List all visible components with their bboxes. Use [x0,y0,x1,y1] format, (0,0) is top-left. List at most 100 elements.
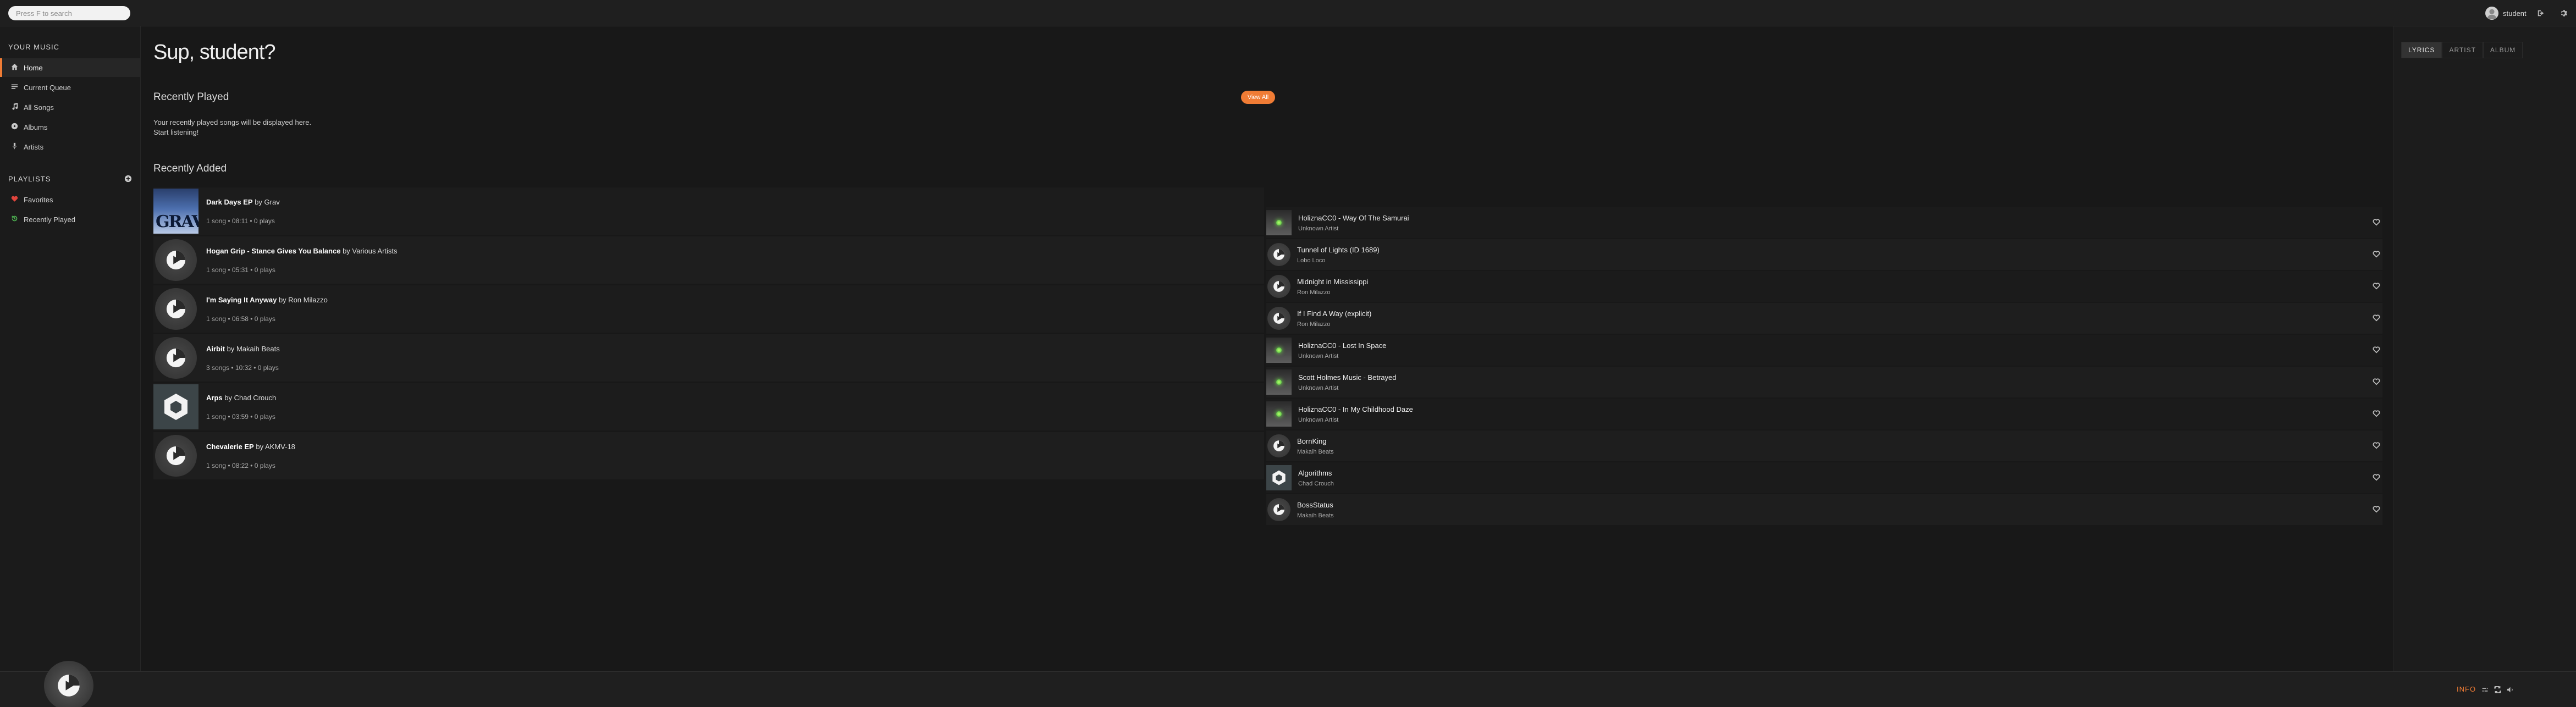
song-artist[interactable]: Lobo Loco [1297,257,1380,264]
song-row[interactable]: If I Find A Way (explicit) Ron Milazzo [1266,303,2382,334]
song-row[interactable]: HoliznaCC0 - In My Childhood Daze Unknown… [1266,399,2382,429]
now-playing-cover[interactable] [44,661,93,707]
settings-gear-icon[interactable] [2558,8,2568,18]
song-artist[interactable]: Chad Crouch [1298,480,1334,487]
sidebar-item-artists[interactable]: Artists [0,137,141,156]
extra-panel: LYRICS ARTIST ALBUM [2393,26,2576,671]
album-title-line: Arps by Chad Crouch [206,394,276,402]
album-artist[interactable]: Makaih Beats [236,345,280,353]
album-artist[interactable]: Chad Crouch [234,394,277,402]
song-cover [1266,401,1292,427]
song-cover [1266,369,1292,395]
album-title[interactable]: Chevalerie EP [206,443,254,451]
user-menu[interactable]: student [2485,6,2527,20]
heart-outline-icon[interactable] [2373,505,2381,514]
heart-outline-icon[interactable] [2373,441,2381,450]
album-cover [155,288,197,330]
sidebar-item-all-songs[interactable]: All Songs [0,98,141,117]
main-content: Sup, student? Recently Played View All Y… [141,26,2393,671]
album-meta: 1 song • 08:11 • 0 plays [206,217,275,225]
equalizer-icon[interactable] [2480,685,2489,694]
sidebar-item-current-queue[interactable]: Current Queue [0,78,141,97]
song-artist[interactable]: Unknown Artist [1298,385,1396,391]
heart-outline-icon[interactable] [2373,314,2381,323]
view-all-button[interactable]: View All [1241,91,1275,104]
heart-outline-icon[interactable] [2373,378,2381,386]
album-title[interactable]: I'm Saying It Anyway [206,296,277,304]
song-artist[interactable]: Unknown Artist [1298,225,1409,232]
by-text: by [343,246,350,255]
song-cover [1266,338,1292,363]
recent-empty-line: Start listening! [153,128,199,136]
album-row[interactable]: GRAV Dark Days EP by Grav 1 song • 08:11… [153,187,1264,235]
album-title[interactable]: Dark Days EP [206,198,253,206]
sidebar-item-recently-played[interactable]: Recently Played [0,210,141,229]
album-artist[interactable]: AKMV-18 [265,443,295,451]
song-artist[interactable]: Ron Milazzo [1297,321,1371,328]
album-row[interactable]: Arps by Chad Crouch 1 song • 03:59 • 0 p… [153,383,1264,430]
song-row[interactable]: HoliznaCC0 - Lost In Space Unknown Artist [1266,335,2382,366]
song-row[interactable]: BossStatus Makaih Beats [1266,494,2382,525]
heart-outline-icon[interactable] [2373,250,2381,259]
song-row[interactable]: Scott Holmes Music - Betrayed Unknown Art… [1266,367,2382,397]
song-row[interactable]: Midnight in Mississippi Ron Milazzo [1266,271,2382,302]
username[interactable]: student [2503,9,2527,18]
add-playlist-icon[interactable] [124,175,132,183]
song-artist[interactable]: Makaih Beats [1297,449,1334,455]
tab-lyrics[interactable]: LYRICS [2401,42,2442,58]
song-row[interactable]: Algorithms Chad Crouch [1266,462,2382,493]
song-title: HoliznaCC0 - Way Of The Samurai [1298,213,1409,222]
search-input[interactable] [8,6,130,20]
album-artist[interactable]: Ron Milazzo [288,296,328,304]
song-row[interactable]: HoliznaCC0 - Way Of The Samurai Unknown A… [1266,207,2382,238]
history-icon [11,215,18,224]
album-artist[interactable]: Various Artists [352,247,397,255]
album-title-line: Hogan Grip - Stance Gives You Balance by… [206,247,398,255]
album-title[interactable]: Hogan Grip - Stance Gives You Balance [206,247,340,255]
album-cover [155,239,197,281]
song-artist[interactable]: Unknown Artist [1298,417,1413,423]
by-text: by [256,442,264,451]
heart-outline-icon[interactable] [2373,346,2381,355]
heart-outline-icon[interactable] [2373,218,2381,227]
home-icon [11,63,18,72]
sidebar-item-albums[interactable]: Albums [0,118,141,136]
volume-icon[interactable] [2506,685,2514,694]
logout-icon[interactable] [2536,8,2546,18]
mic-icon [11,142,18,151]
album-title[interactable]: Arps [206,394,223,402]
recent-empty-line: Your recently played songs will be displ… [153,118,312,126]
heart-outline-icon[interactable] [2373,410,2381,418]
album-cover [155,337,197,379]
song-row[interactable]: Tunnel of Lights (ID 1689) Lobo Loco [1266,239,2382,270]
song-artist[interactable]: Makaih Beats [1297,512,1334,519]
album-artist[interactable]: Grav [264,198,280,206]
album-row[interactable]: Airbit by Makaih Beats 3 songs • 10:32 •… [153,334,1264,382]
album-cover [153,384,198,429]
repeat-icon[interactable] [2493,685,2502,694]
album-row[interactable]: Hogan Grip - Stance Gives You Balance by… [153,236,1264,284]
disc-icon [11,123,18,131]
song-cover [1267,243,1290,266]
album-row[interactable]: I'm Saying It Anyway by Ron Milazzo 1 so… [153,285,1264,333]
tab-album[interactable]: ALBUM [2483,42,2523,58]
song-artist[interactable]: Unknown Artist [1298,353,1386,360]
by-text: by [278,295,286,304]
song-row[interactable]: BornKing Makaih Beats [1266,430,2382,461]
song-cover [1266,465,1292,490]
album-title-line: Airbit by Makaih Beats [206,345,280,353]
album-row[interactable]: Chevalerie EP by AKMV-18 1 song • 08:22 … [153,432,1264,479]
heart-outline-icon[interactable] [2373,282,2381,291]
avatar[interactable] [2485,7,2498,20]
song-cover [1267,434,1290,457]
playlists-heading: PLAYLISTS [8,175,51,183]
album-art-text: GRAV [156,212,198,231]
heart-outline-icon[interactable] [2373,473,2381,482]
song-artist[interactable]: Ron Milazzo [1297,289,1368,296]
tab-artist[interactable]: ARTIST [2442,42,2483,58]
album-title[interactable]: Airbit [206,345,225,353]
sidebar-item-home[interactable]: Home [0,58,141,77]
sidebar-item-favorites[interactable]: Favorites [0,190,141,209]
song-title: Scott Holmes Music - Betrayed [1298,373,1397,382]
info-toggle-button[interactable]: INFO [2457,685,2476,693]
